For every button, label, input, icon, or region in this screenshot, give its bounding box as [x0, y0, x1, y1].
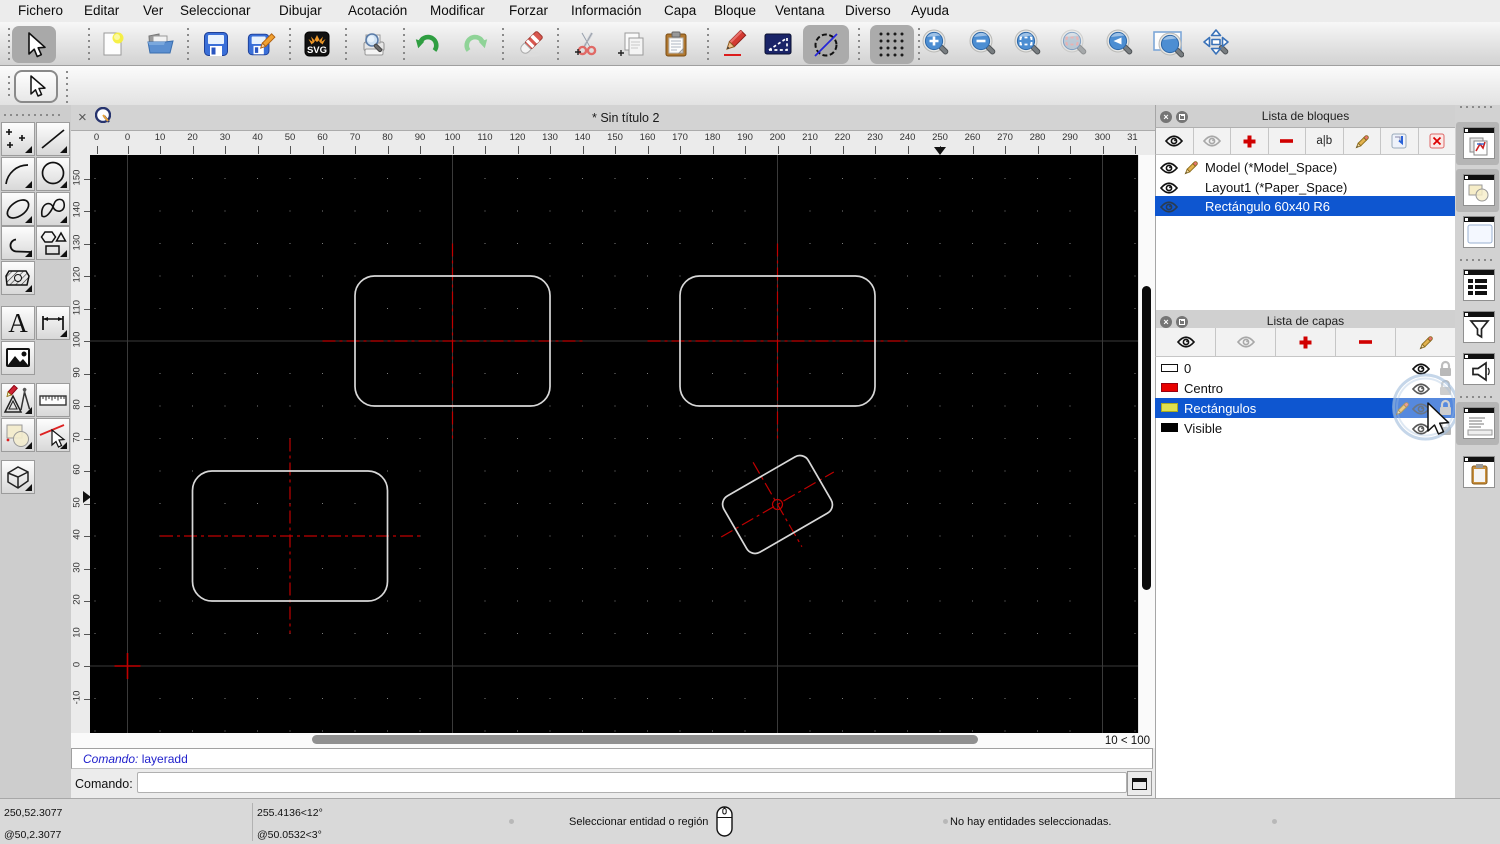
svg-text:A: A: [8, 308, 28, 338]
svg-text:SVG: SVG: [307, 45, 327, 56]
